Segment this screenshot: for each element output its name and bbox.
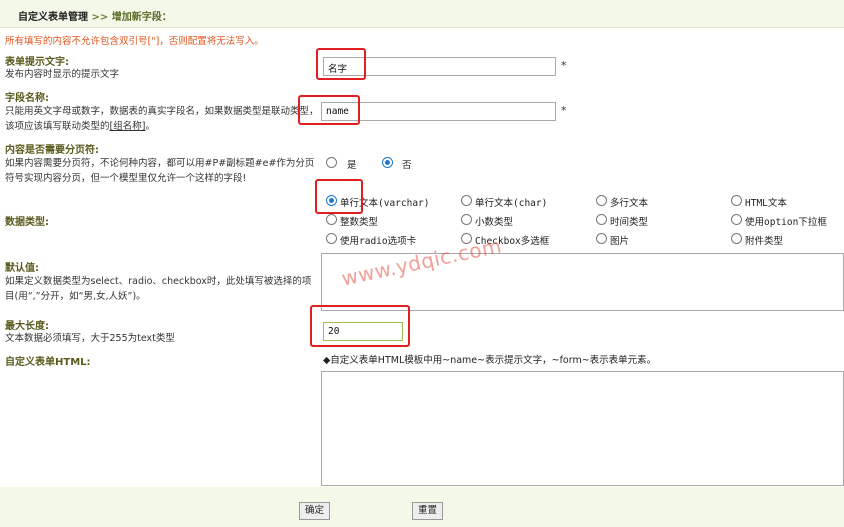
paging-yes-radio[interactable] [326, 157, 337, 168]
name-label: 字段名称: [5, 93, 49, 104]
datatype-radio-float[interactable] [461, 214, 472, 225]
datatype-option-html: HTML文本 [745, 198, 787, 209]
page-header: 自定义表单管理 >> 增加新字段： [0, 0, 844, 28]
html-label: 自定义表单HTML: [5, 357, 91, 368]
name-help-text: 只能用英文字母或数字，数据表的真实字段名，如果数据类型是联动类型，该项应该填写联… [5, 106, 319, 132]
default-help: 如果定义数据类型为select、radio、checkbox时，此处填写被选择的… [5, 276, 312, 302]
name-required-mark: * [561, 104, 567, 117]
breadcrumb: 自定义表单管理 >> 增加新字段： [18, 8, 172, 23]
breadcrumb-current: 增加新字段： [111, 12, 172, 23]
datatype-radio-int[interactable] [326, 214, 337, 225]
datatype-option-image: 图片 [610, 236, 630, 247]
submit-button[interactable]: 确定 [299, 502, 331, 520]
datatype-option-select: 使用option下拉框 [745, 217, 827, 228]
datatype-radio-char[interactable] [461, 195, 472, 206]
maxlen-help: 文本数据必须填写，大于255为text类型 [5, 333, 175, 344]
html-textarea[interactable] [321, 371, 844, 486]
paging-no-radio[interactable] [382, 157, 393, 168]
default-label: 默认值: [5, 263, 39, 274]
paging-help: 如果内容需要分页符，不论何种内容，都可以用#P#副标题#e#作为分页符号实现内容… [5, 158, 315, 184]
datatype-radio-multiline[interactable] [596, 195, 607, 206]
reset-button[interactable]: 重置 [412, 502, 444, 520]
html-tip: ◆自定义表单HTML模板中用~name~表示提示文字，~form~表示表单元素。 [323, 355, 657, 366]
prompt-label: 表单提示文字: [5, 57, 69, 68]
paging-no-label: 否 [402, 160, 412, 171]
group-name-link[interactable]: [组名称] [110, 121, 146, 132]
paging-label: 内容是否需要分页符: [5, 145, 99, 156]
datatype-option-int: 整数类型 [340, 217, 379, 228]
datatype-option-datetime: 时间类型 [610, 217, 649, 228]
datatype-option-radio: 使用radio选项卡 [340, 236, 417, 247]
datatype-radio-attachment[interactable] [731, 233, 742, 244]
datatype-label: 数据类型: [5, 217, 49, 228]
datatype-option-attachment: 附件类型 [745, 236, 784, 247]
notice-text: 所有填写的内容不允许包含双引号["]，否则配置将无法写入。 [5, 36, 264, 47]
datatype-option-char: 单行文本(char) [475, 198, 548, 209]
maxlen-label: 最大长度: [5, 321, 49, 332]
breadcrumb-separator: >> [91, 12, 109, 23]
datatype-option-float: 小数类型 [475, 217, 514, 228]
paging-yes-label: 是 [347, 160, 357, 171]
highlight-prompt [316, 48, 366, 80]
highlight-datatype [315, 179, 363, 214]
datatype-radio-select[interactable] [731, 214, 742, 225]
prompt-required-mark: * [561, 59, 567, 72]
datatype-radio-html[interactable] [731, 195, 742, 206]
highlight-name [298, 95, 360, 125]
datatype-radio-radio[interactable] [326, 233, 337, 244]
datatype-option-multiline: 多行文本 [610, 198, 649, 209]
name-help: 只能用英文字母或数字，数据表的真实字段名，如果数据类型是联动类型，该项应该填写联… [5, 104, 320, 134]
datatype-radio-image[interactable] [596, 233, 607, 244]
highlight-maxlen [310, 305, 410, 347]
name-help-end: 。 [145, 121, 155, 132]
prompt-help: 发布内容时显示的提示文字 [5, 69, 120, 80]
datatype-radio-datetime[interactable] [596, 214, 607, 225]
breadcrumb-root[interactable]: 自定义表单管理 [18, 12, 88, 23]
